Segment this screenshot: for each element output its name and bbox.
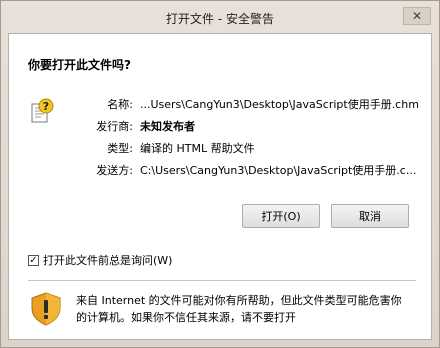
field-type-label: 类型: — [107, 142, 133, 155]
close-icon: ✕ — [411, 9, 423, 23]
dialog-window: 打开文件 - 安全警告 ✕ 你要打开此文件吗? ? 名称: ...Users\C… — [0, 0, 440, 348]
field-from-value: C:\Users\CangYun3\Desktop\JavaScript使用手册… — [140, 164, 417, 177]
cancel-button[interactable]: 取消 — [331, 204, 409, 228]
close-button[interactable]: ✕ — [403, 7, 431, 25]
field-from-label: 发送方: — [96, 164, 133, 177]
always-ask-checkbox[interactable]: ✓ — [28, 254, 39, 266]
separator — [28, 280, 416, 281]
security-warning-text: 来自 Internet 的文件可能对你有所帮助，但此文件类型可能危害你的计算机。… — [76, 294, 402, 324]
field-name-label: 名称: — [107, 98, 133, 111]
dialog-question: 你要打开此文件吗? — [28, 58, 131, 72]
shield-warning-icon — [31, 292, 61, 326]
field-publisher-row: 发行商: 未知发布者 — [9, 118, 433, 134]
title-bar: 打开文件 - 安全警告 ✕ — [1, 1, 439, 33]
open-button[interactable]: 打开(O) — [242, 204, 320, 228]
field-publisher-label: 发行商: — [96, 120, 133, 133]
always-ask-option[interactable]: ✓ 打开此文件前总是询问(W) — [28, 252, 172, 268]
field-type-value: 编译的 HTML 帮助文件 — [140, 142, 255, 155]
field-type-row: 类型: 编译的 HTML 帮助文件 — [9, 140, 433, 156]
field-publisher-value: 未知发布者 — [140, 120, 195, 133]
always-ask-label[interactable]: 打开此文件前总是询问(W) — [43, 252, 172, 268]
field-name-row: 名称: ...Users\CangYun3\Desktop\JavaScript… — [9, 96, 433, 112]
dialog-body: 你要打开此文件吗? ? 名称: ...Users\CangYun3\Deskto… — [8, 33, 432, 340]
field-from-row: 发送方: C:\Users\CangYun3\Desktop\JavaScrip… — [9, 162, 433, 178]
window-title: 打开文件 - 安全警告 — [166, 12, 274, 26]
field-name-value: ...Users\CangYun3\Desktop\JavaScript使用手册… — [140, 98, 419, 111]
